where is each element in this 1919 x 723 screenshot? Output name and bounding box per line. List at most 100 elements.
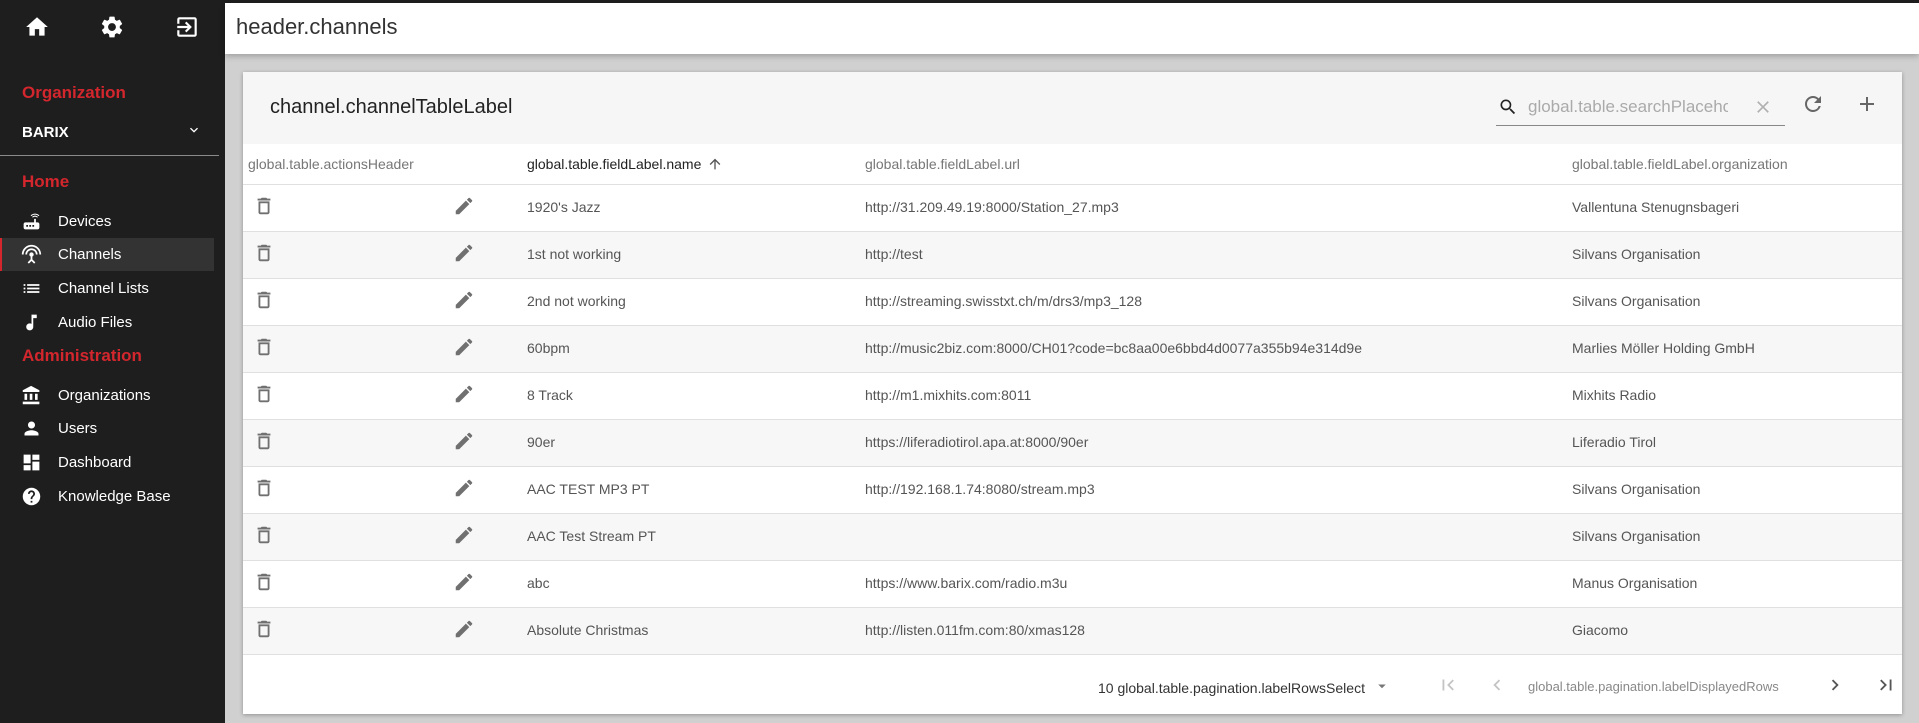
pagination: 10 global.table.pagination.labelRowsSele… bbox=[243, 662, 1902, 714]
rows-per-page-select[interactable]: 10 global.table.pagination.labelRowsSele… bbox=[1098, 677, 1391, 698]
sidebar-divider bbox=[0, 155, 219, 156]
pencil-icon bbox=[453, 336, 475, 363]
cell-organization: Silvans Organisation bbox=[1572, 481, 1701, 497]
edit-button[interactable] bbox=[452, 196, 476, 220]
table-row: abc https://www.barix.com/radio.m3u Manu… bbox=[243, 561, 1902, 608]
cell-organization: Manus Organisation bbox=[1572, 575, 1698, 591]
sidebar-item-channel-lists[interactable]: Channel Lists bbox=[0, 272, 214, 305]
displayed-rows-label: global.table.pagination.labelDisplayedRo… bbox=[1528, 679, 1779, 694]
gear-icon bbox=[99, 14, 125, 45]
trash-icon bbox=[253, 571, 275, 598]
edit-button[interactable] bbox=[452, 572, 476, 596]
sidebar-item-audio-files[interactable]: Audio Files bbox=[0, 306, 214, 339]
trash-icon bbox=[253, 524, 275, 551]
pencil-icon bbox=[453, 430, 475, 457]
chevron-right-icon bbox=[1824, 674, 1846, 701]
previous-page-button[interactable] bbox=[1484, 674, 1510, 700]
edit-button[interactable] bbox=[452, 243, 476, 267]
cell-url: http://music2biz.com:8000/CH01?code=bc8a… bbox=[865, 340, 1363, 356]
table-toolbar: channel.channelTableLabel bbox=[243, 72, 1902, 144]
add-channel-button[interactable] bbox=[1852, 91, 1882, 121]
delete-button[interactable] bbox=[252, 290, 276, 314]
cell-organization: Vallentuna Stenugnsbageri bbox=[1572, 199, 1740, 215]
refresh-button[interactable] bbox=[1798, 91, 1828, 121]
edit-button[interactable] bbox=[452, 431, 476, 455]
cell-name: 8 Track bbox=[527, 387, 573, 403]
table-row: Absolute Christmas http://listen.011fm.c… bbox=[243, 608, 1902, 655]
table-title: channel.channelTableLabel bbox=[270, 96, 513, 118]
column-header-url[interactable]: global.table.fieldLabel.url bbox=[865, 156, 1020, 172]
first-page-icon bbox=[1437, 674, 1459, 701]
edit-button[interactable] bbox=[452, 290, 476, 314]
sidebar-item-users[interactable]: Users bbox=[0, 412, 214, 445]
home-section-title: Home bbox=[22, 172, 70, 191]
pencil-icon bbox=[453, 383, 475, 410]
delete-button[interactable] bbox=[252, 337, 276, 361]
sidebar-item-label: Devices bbox=[58, 213, 112, 230]
sidebar-item-organizations[interactable]: Organizations bbox=[0, 379, 214, 412]
sidebar-item-channels[interactable]: Channels bbox=[0, 238, 214, 271]
pencil-icon bbox=[453, 571, 475, 598]
sidebar: Organization BARIX Home Devices Channels… bbox=[0, 0, 225, 723]
cell-organization: Liferadio Tirol bbox=[1572, 434, 1657, 450]
edit-button[interactable] bbox=[452, 337, 476, 361]
trash-icon bbox=[253, 289, 275, 316]
first-page-button[interactable] bbox=[1435, 674, 1461, 700]
cell-url: http://m1.mixhits.com:8011 bbox=[865, 387, 1032, 403]
sidebar-item-knowledge-base[interactable]: Knowledge Base bbox=[0, 480, 214, 513]
edit-button[interactable] bbox=[452, 384, 476, 408]
plus-icon bbox=[1855, 92, 1879, 121]
column-header-name[interactable]: global.table.fieldLabel.name bbox=[527, 156, 723, 175]
pencil-icon bbox=[453, 289, 475, 316]
sidebar-item-label: Channel Lists bbox=[58, 280, 149, 297]
last-page-button[interactable] bbox=[1873, 674, 1899, 700]
delete-button[interactable] bbox=[252, 431, 276, 455]
cell-name: abc bbox=[527, 575, 550, 591]
delete-button[interactable] bbox=[252, 384, 276, 408]
cell-url: http://test bbox=[865, 246, 923, 262]
logout-button[interactable] bbox=[172, 14, 202, 44]
trash-icon bbox=[253, 430, 275, 457]
edit-button[interactable] bbox=[452, 478, 476, 502]
settings-button[interactable] bbox=[97, 14, 127, 44]
cell-organization: Giacomo bbox=[1572, 622, 1629, 638]
chevron-down-icon bbox=[186, 122, 202, 143]
table-row: 8 Track http://m1.mixhits.com:8011 Mixhi… bbox=[243, 373, 1902, 420]
delete-button[interactable] bbox=[252, 572, 276, 596]
clear-search-icon[interactable] bbox=[1753, 97, 1773, 117]
cell-name: 2nd not working bbox=[527, 293, 626, 309]
next-page-button[interactable] bbox=[1822, 674, 1848, 700]
delete-button[interactable] bbox=[252, 525, 276, 549]
column-header-organization[interactable]: global.table.fieldLabel.organization bbox=[1572, 156, 1788, 172]
organization-selected-value: BARIX bbox=[22, 123, 69, 141]
cell-url: https://www.barix.com/radio.m3u bbox=[865, 575, 1068, 591]
table-row: AAC Test Stream PT Silvans Organisation bbox=[243, 514, 1902, 561]
delete-button[interactable] bbox=[252, 196, 276, 220]
chevron-left-icon bbox=[1486, 674, 1508, 701]
cell-url: http://listen.011fm.com:80/xmas128 bbox=[865, 622, 1085, 638]
cell-name: Absolute Christmas bbox=[527, 622, 649, 638]
edit-button[interactable] bbox=[452, 619, 476, 643]
cell-url: http://streaming.swisstxt.ch/m/drs3/mp3_… bbox=[865, 293, 1142, 309]
delete-button[interactable] bbox=[252, 478, 276, 502]
sidebar-item-devices[interactable]: Devices bbox=[0, 205, 214, 238]
trash-icon bbox=[253, 195, 275, 222]
cell-url: http://31.209.49.19:8000/Station_27.mp3 bbox=[865, 199, 1119, 215]
home-button[interactable] bbox=[22, 14, 52, 44]
pencil-icon bbox=[453, 195, 475, 222]
pencil-icon bbox=[453, 524, 475, 551]
cell-url: https://liferadiotirol.apa.at:8000/90er bbox=[865, 434, 1089, 450]
edit-button[interactable] bbox=[452, 525, 476, 549]
last-page-icon bbox=[1875, 674, 1897, 701]
delete-button[interactable] bbox=[252, 243, 276, 267]
table-row: AAC TEST MP3 PT http://192.168.1.74:8080… bbox=[243, 467, 1902, 514]
sidebar-item-dashboard[interactable]: Dashboard bbox=[0, 446, 214, 479]
cell-name: 1920's Jazz bbox=[527, 199, 601, 215]
delete-button[interactable] bbox=[252, 619, 276, 643]
column-header-name-label: global.table.fieldLabel.name bbox=[527, 156, 702, 173]
rows-per-page-label: 10 global.table.pagination.labelRowsSele… bbox=[1098, 679, 1365, 696]
sidebar-item-label: Dashboard bbox=[58, 454, 132, 471]
search-input[interactable] bbox=[1528, 96, 1728, 117]
organization-select[interactable]: BARIX bbox=[22, 120, 202, 144]
trash-icon bbox=[253, 618, 275, 645]
